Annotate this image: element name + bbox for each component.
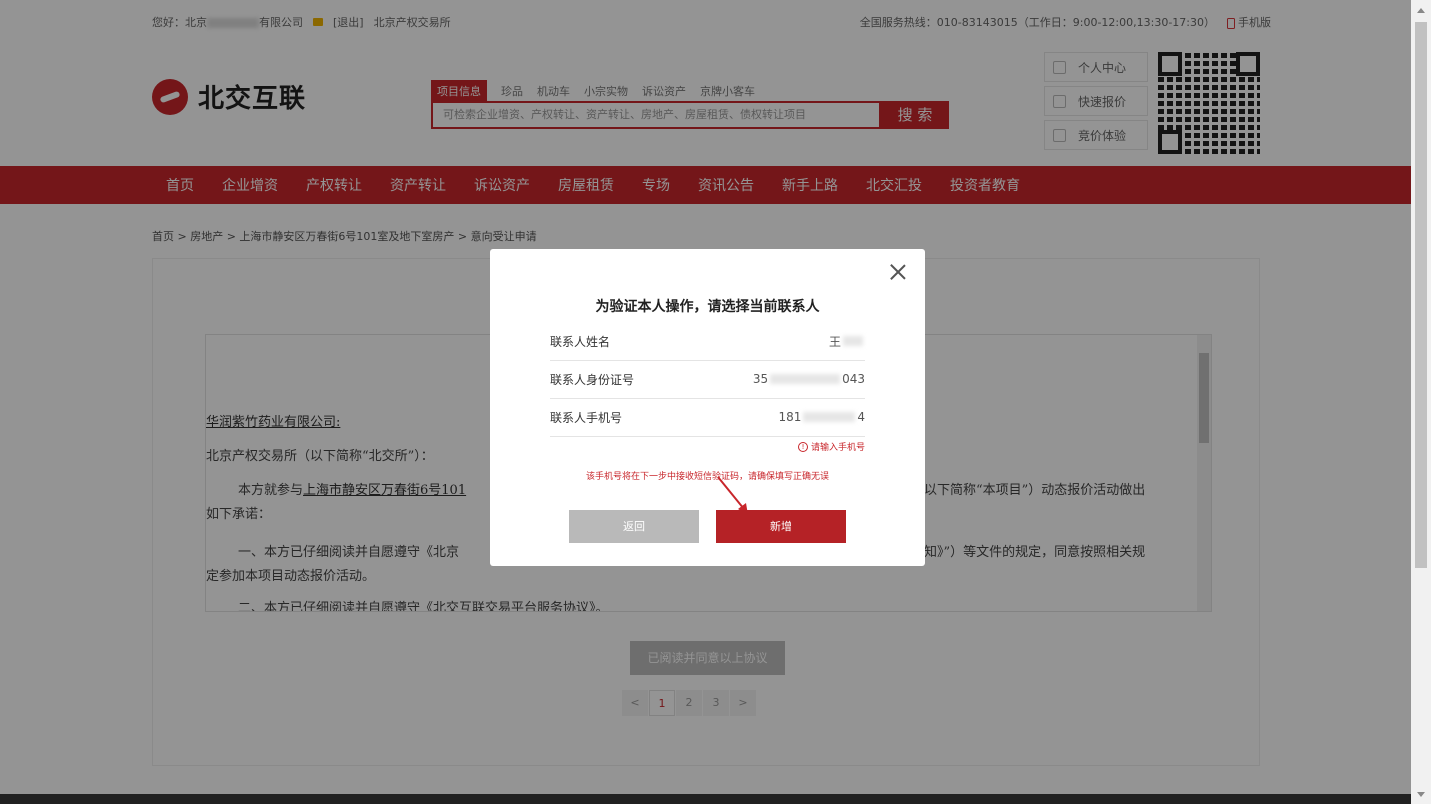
contact-id-row: 联系人身份证号 35 043 <box>550 360 865 399</box>
add-button[interactable]: 新增 <box>716 510 846 543</box>
page-scrollbar[interactable] <box>1411 0 1431 804</box>
contact-name-value: 王 <box>829 333 865 350</box>
dialog-title: 为验证本人操作，请选择当前联系人 <box>595 299 820 315</box>
masked-value <box>770 374 841 384</box>
sms-notice: 该手机号将在下一步中接收短信验证码，请确保填写正确无误 <box>585 472 829 482</box>
contact-id-value: 35 043 <box>752 372 865 386</box>
masked-value <box>843 336 863 346</box>
contact-name-label: 联系人姓名 <box>550 334 611 349</box>
scroll-up-icon[interactable] <box>1417 8 1425 13</box>
contact-name-row: 联系人姓名 王 <box>550 322 865 361</box>
contact-phone-field[interactable]: 181 4 <box>778 410 865 424</box>
back-button[interactable]: 返回 <box>569 510 699 543</box>
page-scroll-thumb[interactable] <box>1415 22 1427 568</box>
contact-id-label: 联系人身份证号 <box>550 372 635 387</box>
contact-phone-row[interactable]: 联系人手机号 181 4 <box>550 398 865 437</box>
masked-value <box>803 412 856 422</box>
contact-phone-label: 联系人手机号 <box>550 410 623 425</box>
phone-error: ! 请输入手机号 <box>797 440 865 453</box>
contact-select-dialog: 为验证本人操作，请选择当前联系人 联系人姓名 王 联系人身份证号 35 043 联… <box>490 249 925 566</box>
scroll-down-icon[interactable] <box>1417 792 1425 797</box>
page: 您好：北京 有限公司 [退出] 北京产权交易所 全国服务热线：010-831430… <box>0 0 1411 804</box>
warning-icon: ! <box>797 441 808 452</box>
close-icon[interactable] <box>889 263 907 281</box>
